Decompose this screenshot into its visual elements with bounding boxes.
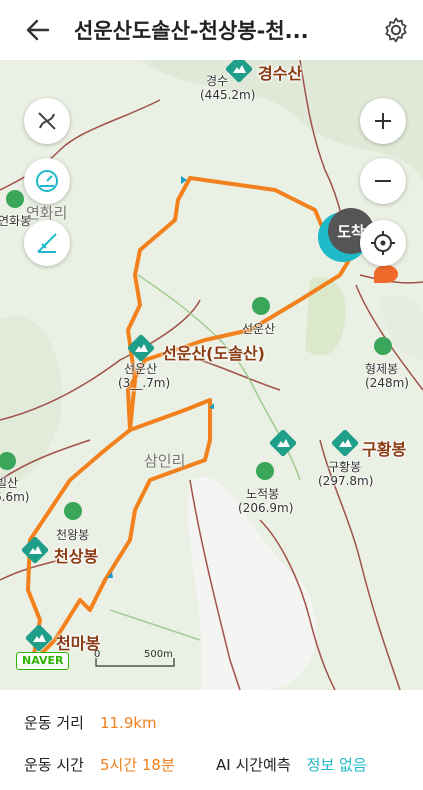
place-height-seonunsan: (3__.7m)	[118, 376, 171, 390]
place-label-samin: 삼인리	[144, 452, 186, 470]
place-label-bil: 빌산	[0, 476, 19, 490]
place-height-guhwang: (297.8m)	[318, 474, 374, 488]
mountain-marker-hidden[interactable]	[270, 430, 296, 456]
stats-panel: 운동 거리 11.9km 운동 시간 5시간 18분 AI 시간예측 정보 없음	[0, 690, 423, 790]
elevation-icon	[37, 233, 57, 253]
crosshair-icon	[371, 231, 395, 255]
park-marker-seonunsan[interactable]	[252, 297, 270, 315]
place-label-seonunsan: 선운산(도솔산)	[162, 344, 265, 363]
mountain-marker-cheonsang[interactable]	[22, 537, 48, 563]
mountain-marker-guhwang[interactable]	[332, 430, 358, 456]
peak-marker-nojeok[interactable]	[256, 462, 274, 480]
map-canvas	[0, 60, 423, 690]
peak-marker-cheonwang[interactable]	[64, 502, 82, 520]
time-label: 운동 시간	[24, 756, 84, 774]
place-height-bil: 6.6m)	[0, 490, 30, 504]
elevation-button[interactable]	[24, 220, 70, 266]
place-height-hyeongje: (248m)	[365, 376, 409, 390]
back-arrow-icon[interactable]	[24, 16, 52, 44]
zoom-in-button[interactable]	[360, 98, 406, 144]
place-label-nojeok: 노적봉	[246, 487, 280, 501]
place-label-guhwang: 구황봉	[362, 440, 407, 459]
peak-marker-yeonhwa[interactable]	[6, 190, 24, 208]
place-sub-guhwang: 구황봉	[328, 460, 362, 474]
gear-icon[interactable]	[382, 16, 410, 44]
mountain-icon	[22, 537, 48, 563]
place-label-cheonsang: 천상봉	[54, 547, 99, 566]
place-label-park: 선운산	[242, 322, 276, 336]
map-view[interactable]: 경수산 경수 (445.2m) 선운산(도솔산) 선운산 (3__.7m) 천상…	[0, 60, 423, 690]
place-label-hyeongje: 형제봉	[365, 362, 399, 376]
ai-estimate-value: 정보 없음	[306, 756, 367, 774]
restaurant-marker[interactable]	[374, 265, 398, 283]
mountain-icon	[26, 625, 52, 651]
peak-marker-hyeongje[interactable]	[374, 337, 392, 355]
place-label-gyeongsu: 경수산	[258, 64, 303, 83]
mountain-icon	[128, 335, 154, 361]
naver-logo: NAVER	[16, 652, 70, 670]
route-off-icon	[38, 112, 56, 130]
place-height-gyeongsu: (445.2m)	[200, 88, 256, 102]
page-title: 선운산도솔산-천상봉-천...	[74, 19, 309, 43]
mountain-marker-seonunsan[interactable]	[128, 335, 154, 361]
distance-value: 11.9km	[99, 714, 157, 732]
mountain-icon	[332, 430, 358, 456]
mountain-icon	[226, 60, 252, 82]
speed-button[interactable]	[24, 158, 70, 204]
scale-length: 500m	[144, 649, 173, 660]
time-row: 운동 시간 5시간 18분	[24, 754, 175, 775]
ai-estimate-label: AI 시간예측	[216, 756, 291, 774]
place-sub-gyeongsu: 경수	[206, 74, 229, 88]
app-header: 선운산도솔산-천상봉-천...	[0, 0, 423, 60]
time-value: 5시간 18분	[99, 756, 175, 774]
mountain-marker-cheonma[interactable]	[26, 625, 52, 651]
ai-estimate-row: AI 시간예측 정보 없음	[216, 754, 367, 775]
zoom-out-button[interactable]	[360, 158, 406, 204]
route-toggle-button[interactable]	[24, 98, 70, 144]
mountain-icon	[270, 430, 296, 456]
my-location-button[interactable]	[360, 220, 406, 266]
speedometer-icon	[36, 170, 58, 192]
place-sub-seonunsan: 선운산	[124, 362, 158, 376]
plus-icon	[375, 113, 391, 129]
map-scale: 0 500m	[92, 649, 182, 672]
place-height-nojeok: (206.9m)	[238, 501, 294, 515]
minus-icon	[375, 180, 391, 182]
scale-zero: 0	[94, 649, 101, 660]
place-sub-cheonwang: 천왕봉	[56, 528, 90, 542]
mountain-marker-gyeongsu[interactable]	[226, 60, 252, 82]
distance-label: 운동 거리	[24, 714, 84, 732]
distance-row: 운동 거리 11.9km	[24, 712, 157, 733]
